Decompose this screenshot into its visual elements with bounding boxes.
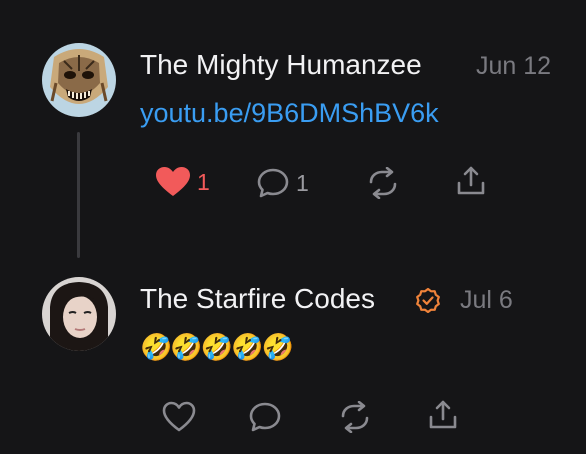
avatar[interactable] — [42, 43, 116, 117]
repost-button[interactable] — [338, 401, 372, 433]
share-button[interactable] — [426, 398, 460, 432]
reply-button[interactable]: 1 — [256, 167, 309, 199]
post-link[interactable]: youtu.be/9B6DMShBV6k — [140, 98, 439, 129]
author-name[interactable]: The Mighty Humanzee — [140, 49, 422, 81]
reply-count: 1 — [296, 169, 309, 196]
heart-filled-icon — [156, 167, 190, 196]
verified-badge-icon — [415, 287, 441, 318]
post-date: Jul 6 — [460, 286, 513, 314]
reply-button[interactable] — [248, 401, 282, 433]
share-upload-icon — [429, 400, 457, 429]
share-upload-icon — [457, 166, 485, 195]
comment-icon — [257, 168, 289, 198]
repost-icon — [369, 167, 397, 199]
author-name[interactable]: The Starfire Codes — [140, 283, 375, 315]
comment-icon — [249, 402, 281, 432]
avatar[interactable] — [42, 277, 116, 351]
profile-photo-avatar-icon — [42, 277, 116, 351]
thread-line — [77, 132, 80, 258]
like-count: 1 — [197, 168, 210, 195]
repost-button[interactable] — [366, 167, 400, 199]
mask-avatar-icon — [42, 43, 116, 117]
heart-outline-icon — [162, 401, 196, 432]
like-button[interactable]: 1 — [155, 166, 210, 198]
share-button[interactable] — [454, 164, 488, 198]
repost-icon — [341, 401, 369, 433]
like-button[interactable] — [162, 401, 196, 433]
post-date: Jun 12 — [476, 52, 552, 80]
post-content: 🤣🤣🤣🤣🤣 — [140, 332, 294, 362]
